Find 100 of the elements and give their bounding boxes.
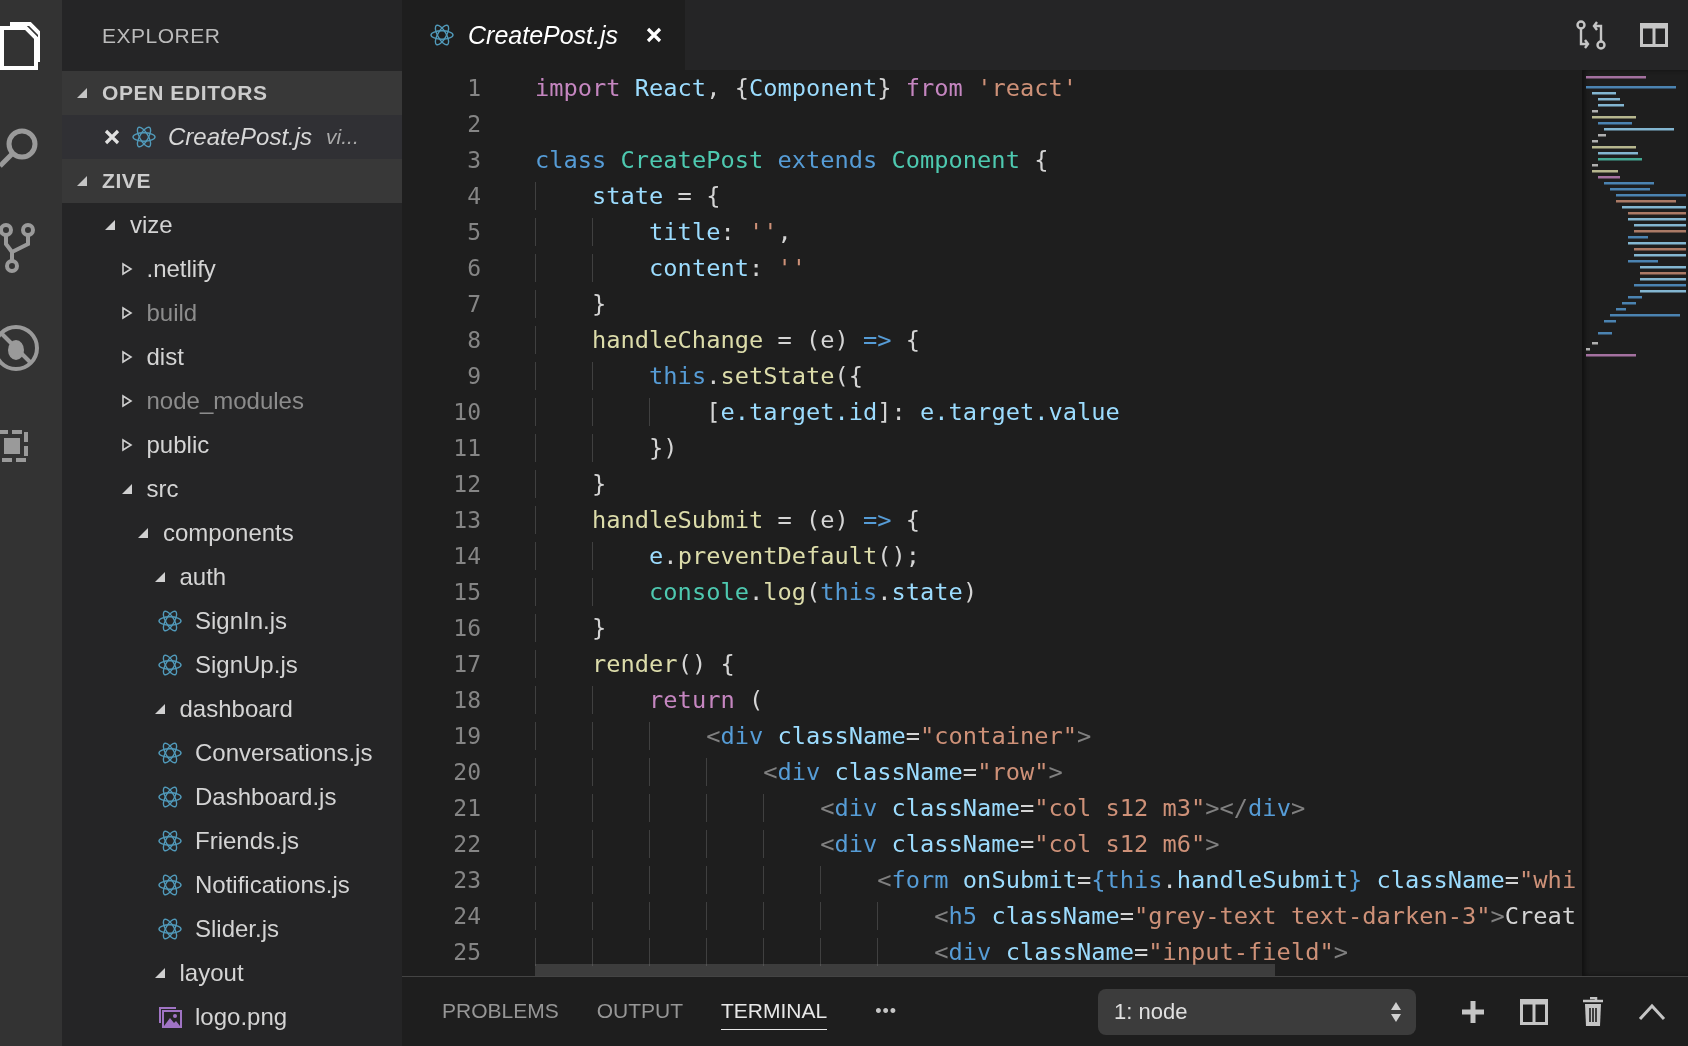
- plus-icon[interactable]: [1460, 998, 1486, 1025]
- caret-icon[interactable]: [120, 350, 133, 364]
- editor-tab[interactable]: CreatePost.js: [402, 0, 685, 70]
- code-line: [e.target.id]: e.target.value: [535, 398, 1120, 426]
- tree-item[interactable]: logo.png: [195, 1003, 288, 1031]
- tree-item[interactable]: Dashboard.js: [195, 783, 337, 811]
- tree-item[interactable]: dashboard: [179, 695, 293, 723]
- code-line: handleChange = (e) => {: [535, 326, 921, 354]
- line-number: 9: [466, 362, 481, 391]
- atom-icon: [158, 786, 182, 808]
- code-line: title: '',: [535, 218, 792, 246]
- code-line: <div className="col s12 m6">: [535, 830, 1220, 858]
- tree-item[interactable]: build: [146, 299, 198, 327]
- caret-icon[interactable]: [120, 482, 133, 496]
- line-number: 7: [466, 290, 481, 319]
- line-number: 6: [466, 254, 481, 283]
- line-number: 17: [452, 650, 481, 679]
- caret-icon[interactable]: [153, 702, 166, 716]
- line-number: 4: [466, 182, 481, 211]
- code-line: }: [535, 290, 607, 318]
- line-number: 18: [452, 686, 481, 715]
- line-number: 20: [452, 758, 481, 787]
- tree-item[interactable]: SignIn.js: [195, 607, 288, 635]
- code-line: this.setState({: [535, 362, 864, 390]
- split-editor-icon[interactable]: [1640, 23, 1668, 47]
- code-line: <div className="input-field">: [535, 938, 1348, 966]
- panel-tab[interactable]: PROBLEMS: [442, 993, 559, 1030]
- code-line: <form onSubmit={this.handleSubmit} className="whi: [535, 866, 1577, 894]
- tree-item[interactable]: layout: [179, 959, 244, 987]
- open-editor-item[interactable]: CreatePost.js vi...: [62, 115, 402, 159]
- line-number: 8: [466, 326, 481, 355]
- caret-icon[interactable]: [120, 262, 133, 276]
- tree-item[interactable]: vize: [130, 211, 173, 239]
- line-number: 22: [452, 830, 481, 859]
- line-number: 1: [466, 74, 481, 103]
- code-line: <div className="container">: [535, 722, 1092, 750]
- updown-icon: [1390, 1000, 1402, 1023]
- compare-icon[interactable]: [1576, 20, 1606, 50]
- sidebar-title: EXPLORER: [101, 23, 222, 49]
- code-line: <div className="col s12 m3"></div>: [535, 794, 1306, 822]
- atom-icon: [158, 742, 182, 764]
- code-line: return (: [535, 686, 764, 714]
- code-line: }: [535, 470, 607, 498]
- line-number: 11: [452, 434, 481, 463]
- tree-item[interactable]: Notifications.js: [195, 871, 350, 899]
- atom-icon: [132, 126, 156, 148]
- tree-item[interactable]: components: [163, 519, 294, 547]
- more-button[interactable]: •••: [875, 1001, 898, 1022]
- section-header[interactable]: OPEN EDITORS: [62, 71, 402, 115]
- line-number: 25: [452, 938, 481, 967]
- panel-tab[interactable]: OUTPUT: [596, 993, 684, 1030]
- line-number: 24: [452, 902, 481, 931]
- caret-icon[interactable]: [153, 966, 166, 980]
- atom-icon: [158, 654, 182, 676]
- atom-icon: [158, 830, 182, 852]
- line-number: 21: [452, 794, 481, 823]
- atom-icon: [158, 874, 182, 896]
- code-line: handleSubmit = (e) => {: [535, 506, 921, 534]
- caret-icon[interactable]: [120, 438, 133, 452]
- split-panel-icon[interactable]: [1520, 998, 1548, 1025]
- atom-icon: [430, 24, 454, 46]
- line-number: 5: [466, 218, 481, 247]
- line-number: 2: [466, 110, 481, 139]
- close-icon[interactable]: [104, 129, 120, 145]
- tree-item[interactable]: Conversations.js: [195, 739, 373, 767]
- bug-icon[interactable]: [0, 322, 40, 374]
- code-line: <h5 className="grey-text text-darken-3">Creat: [535, 902, 1577, 930]
- caret-icon[interactable]: [120, 306, 133, 320]
- file-name: CreatePost.js: [168, 123, 313, 151]
- tree-item[interactable]: .netlify: [146, 255, 216, 283]
- atom-icon: [158, 610, 182, 632]
- code-line: }): [535, 434, 678, 462]
- tree-item[interactable]: dist: [146, 343, 184, 371]
- tree-item[interactable]: Slider.js: [195, 915, 280, 943]
- trash-icon[interactable]: [1582, 996, 1604, 1027]
- caret-icon[interactable]: [120, 394, 133, 408]
- caret-icon[interactable]: [153, 570, 166, 584]
- tree-item[interactable]: Friends.js: [195, 827, 300, 855]
- tree-item[interactable]: auth: [179, 563, 227, 591]
- scrollbar-thumb[interactable]: [535, 964, 1275, 976]
- terminal-select[interactable]: 1: node: [1098, 988, 1416, 1035]
- caret-icon[interactable]: [137, 526, 149, 540]
- tree-item[interactable]: public: [146, 431, 210, 459]
- caret-icon[interactable]: [104, 218, 116, 232]
- tree-item[interactable]: node_modules: [146, 387, 304, 415]
- code-line: e.preventDefault();: [535, 542, 921, 570]
- tree-item[interactable]: src: [146, 475, 179, 503]
- line-number: 14: [452, 542, 481, 571]
- tree-item[interactable]: SignUp.js: [195, 651, 298, 679]
- panel-tab[interactable]: TERMINAL: [721, 993, 828, 1030]
- chevron-up-icon[interactable]: [1638, 1002, 1666, 1021]
- code-line: state = {: [535, 182, 721, 210]
- line-number: 15: [452, 578, 481, 607]
- line-number: 19: [452, 722, 481, 751]
- file-path: vi...: [326, 125, 359, 149]
- code-line: import React, {Component} from 'react': [535, 74, 1077, 102]
- section-header[interactable]: ZIVE: [62, 159, 402, 203]
- code-line: class CreatePost extends Component {: [535, 146, 1049, 174]
- code-line: }: [535, 614, 607, 642]
- image-icon: [158, 1006, 182, 1028]
